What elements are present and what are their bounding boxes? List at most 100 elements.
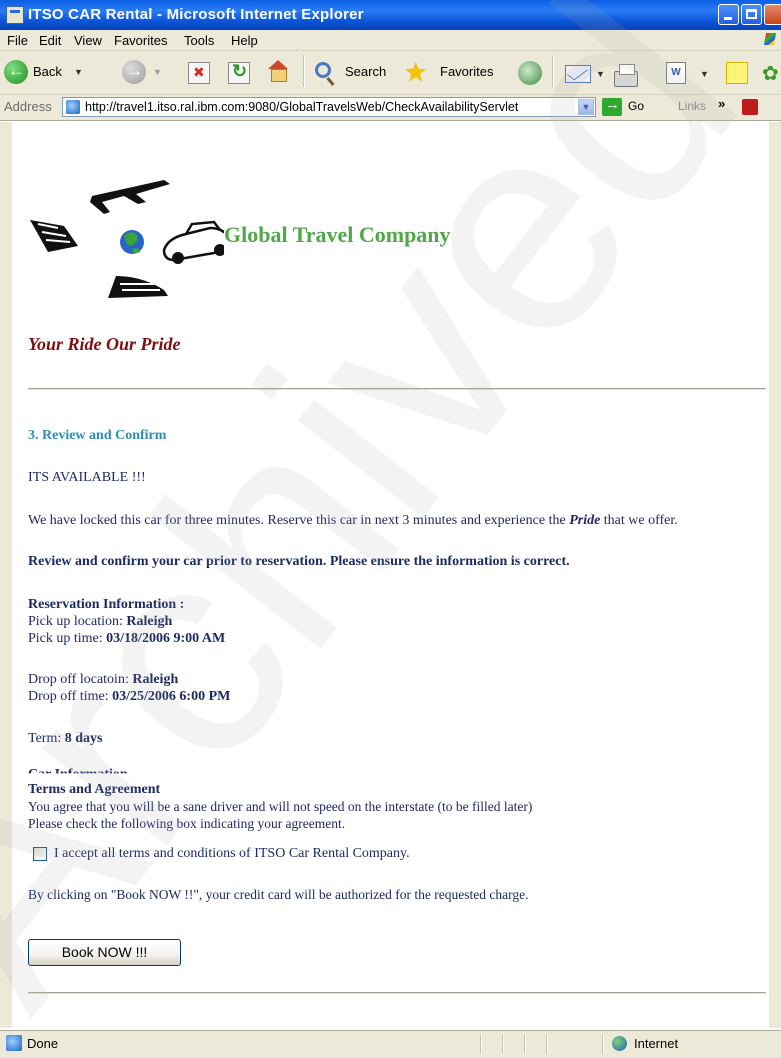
status-separator <box>546 1034 548 1054</box>
lock-message-text-end: that we offer. <box>600 513 678 528</box>
links-label[interactable]: Links <box>678 99 706 113</box>
page-content: Global Travel Company Your Ride Our Prid… <box>12 122 769 1028</box>
reservation-heading: Reservation Information : <box>28 597 185 612</box>
dropoff-location: Drop off locatoin: Raleigh <box>28 672 178 688</box>
mail-icon[interactable] <box>565 65 591 83</box>
status-bar: Done Internet <box>0 1030 781 1058</box>
ie-page-icon <box>6 6 24 24</box>
term-value: 8 days <box>64 731 103 746</box>
page-icon <box>66 100 80 114</box>
terms-line-1: You agree that you will be a sane driver… <box>28 799 533 814</box>
term-label: Term: <box>28 731 65 746</box>
search-label: Search <box>345 64 387 79</box>
address-bar: Address http://travel1.itso.ral.ibm.com:… <box>0 95 781 121</box>
status-separator <box>502 1034 504 1054</box>
go-button[interactable]: Go <box>628 99 644 113</box>
favorites-button[interactable]: ★ Favorites <box>404 57 504 87</box>
term: Term: 8 days <box>28 731 102 747</box>
window-border-left <box>0 122 12 1028</box>
search-button[interactable]: Search <box>312 60 397 86</box>
menu-tools[interactable]: Tools <box>184 33 214 48</box>
availability-message: ITS AVAILABLE !!! <box>28 470 146 485</box>
accept-terms-checkbox[interactable] <box>33 847 47 861</box>
pickup-time: Pick up time: 03/18/2006 9:00 AM <box>28 631 225 647</box>
globe-icon <box>120 230 144 254</box>
dropoff-location-label: Drop off locatoin: <box>28 672 133 687</box>
back-button[interactable]: Back ▼ <box>0 60 110 86</box>
page-done-icon <box>6 1035 22 1051</box>
forward-button[interactable]: ▼ <box>122 60 167 86</box>
brand-name: Global Travel Company <box>224 222 451 247</box>
media-icon[interactable] <box>518 61 542 85</box>
status-text: Done <box>27 1036 59 1051</box>
close-button[interactable] <box>764 4 781 25</box>
accept-terms-label[interactable]: I accept all terms and conditions of ITS… <box>54 846 410 862</box>
car-information-heading-partial: Car Information <box>28 767 128 782</box>
links-more-button[interactable]: » <box>718 96 725 111</box>
step-heading: 3. Review and Confirm <box>28 428 167 443</box>
chevron-down-icon: ▼ <box>153 67 162 77</box>
status-separator <box>524 1034 526 1054</box>
authorization-note: By clicking on "Book NOW !!", your credi… <box>28 887 529 902</box>
favorites-label: Favorites <box>440 64 494 79</box>
lock-message: We have locked this car for three minute… <box>28 513 678 529</box>
favorites-star-icon: ★ <box>404 57 428 87</box>
menu-file[interactable]: File <box>7 33 28 48</box>
internet-zone-icon <box>612 1036 627 1051</box>
chevron-down-icon[interactable]: ▼ <box>700 69 709 79</box>
travel-logo <box>30 180 224 298</box>
menu-help[interactable]: Help <box>231 33 258 48</box>
review-instruction: Review and confirm your car prior to res… <box>28 554 570 569</box>
dropoff-time-value: 03/25/2006 6:00 PM <box>112 689 231 704</box>
stop-icon[interactable] <box>188 62 210 84</box>
dropoff-time: Drop off time: 03/25/2006 6:00 PM <box>28 689 230 705</box>
print-icon[interactable] <box>614 64 638 87</box>
toolbar-separator <box>552 55 554 87</box>
maximize-button[interactable] <box>741 4 762 25</box>
forward-arrow-icon <box>122 60 146 84</box>
search-icon <box>315 62 331 78</box>
home-icon[interactable] <box>266 60 288 82</box>
back-label: Back <box>33 64 62 79</box>
terms-line-2: Please check the following box indicatin… <box>28 816 346 831</box>
chevron-down-icon[interactable]: ▼ <box>596 69 605 79</box>
window-border-right <box>769 122 781 1028</box>
security-zone: Internet <box>634 1036 679 1051</box>
menu-view[interactable]: View <box>74 33 102 48</box>
divider <box>28 388 766 390</box>
lock-message-text: We have locked this car for three minute… <box>28 513 570 528</box>
lock-message-emphasis: Pride <box>569 513 601 528</box>
pickup-location: Pick up location: Raleigh <box>28 614 172 630</box>
status-separator <box>480 1034 482 1054</box>
menu-edit[interactable]: Edit <box>39 33 61 48</box>
title-bar: ITSO CAR Rental - Microsoft Internet Exp… <box>0 0 781 30</box>
messenger-icon[interactable]: ✿ <box>762 61 779 86</box>
train-icon <box>108 276 168 298</box>
back-arrow-icon <box>4 60 28 84</box>
divider <box>28 992 766 994</box>
pickup-location-value: Raleigh <box>126 614 173 629</box>
tagline: Your Ride Our Pride <box>28 334 181 354</box>
dropoff-time-label: Drop off time: <box>28 689 113 704</box>
dropoff-location-value: Raleigh <box>132 672 179 687</box>
toolbar-separator <box>303 55 305 87</box>
standard-toolbar: Back ▼ ▼ Search ★ Favorites ▼ W ▼ ✿ <box>0 51 781 95</box>
menu-favorites[interactable]: Favorites <box>114 33 167 48</box>
address-label: Address <box>4 99 52 114</box>
note-icon[interactable] <box>726 62 748 84</box>
pickup-time-label: Pick up time: <box>28 631 107 646</box>
pdf-icon[interactable] <box>742 99 758 115</box>
address-dropdown[interactable]: ▼ <box>578 99 594 115</box>
window-title: ITSO CAR Rental - Microsoft Internet Exp… <box>28 6 364 23</box>
refresh-icon[interactable] <box>228 61 250 84</box>
address-url[interactable]: http://travel1.itso.ral.ibm.com:9080/Glo… <box>85 100 573 114</box>
book-now-button[interactable]: Book NOW !!! <box>28 939 181 966</box>
status-separator <box>602 1034 604 1054</box>
pickup-time-value: 03/18/2006 9:00 AM <box>106 631 226 646</box>
minimize-button[interactable] <box>718 4 739 25</box>
address-input[interactable]: http://travel1.itso.ral.ibm.com:9080/Glo… <box>62 97 596 117</box>
go-arrow-icon[interactable] <box>602 96 622 116</box>
car-icon <box>162 220 224 264</box>
ship-icon <box>30 220 78 252</box>
word-icon[interactable]: W <box>666 62 686 84</box>
